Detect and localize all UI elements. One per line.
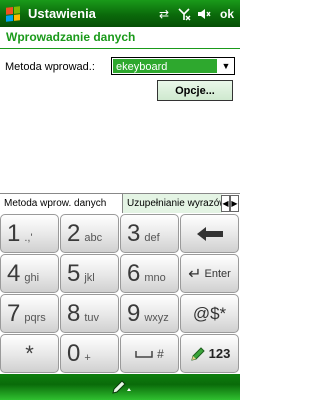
input-panel-button[interactable] [108,376,136,398]
key-1[interactable]: 1 .,' [0,214,59,253]
space-key[interactable]: # [120,334,179,373]
ok-button[interactable]: ok [214,7,240,21]
input-method-label: Metoda wprowad.: [5,61,95,73]
key-5[interactable]: 5 jkl [60,254,119,293]
key-8[interactable]: 8 tuv [60,294,119,333]
tab-input-method[interactable]: Metoda wprow. danych [0,194,121,213]
app-title: Ustawienia [28,6,96,21]
tab-word-completion[interactable]: Uzupełnianie wyrazów [122,194,222,213]
space-icon [135,350,153,358]
key-9[interactable]: 9 wxyz [120,294,179,333]
key-4[interactable]: 4 ghi [0,254,59,293]
enter-key-label: Enter [204,267,231,280]
key-7[interactable]: 7 pqrs [0,294,59,333]
options-button[interactable]: Opcje... [157,80,233,101]
input-method-value: ekeyboard [113,59,217,73]
title-bar: Ustawienia ⇄ ok [0,0,240,27]
windows-logo-icon [6,5,20,22]
numeric-mode-key[interactable]: 123 [180,334,239,373]
input-method-dropdown[interactable]: ekeyboard ▼ [111,57,235,75]
tab-scroll-left-icon[interactable]: ◀ [221,195,230,212]
key-6[interactable]: 6 mno [120,254,179,293]
keyboard-pencil-icon [112,380,131,394]
enter-key[interactable]: ↵ Enter [180,254,239,293]
signal-off-icon[interactable] [174,0,194,27]
volume-muted-icon[interactable] [194,0,214,27]
backspace-key[interactable] [180,214,239,253]
connectivity-icon[interactable]: ⇄ [154,0,174,27]
dropdown-arrow-icon[interactable]: ▼ [218,58,234,74]
heading-divider [0,48,240,49]
key-0[interactable]: 0 + [60,334,119,373]
page-heading: Wprowadzanie danych [6,30,136,44]
symbols-key[interactable]: @$* [180,294,239,333]
key-3[interactable]: 3 def [120,214,179,253]
soft-keypad: 1 .,' 2 abc 3 def 4 ghi 5 jkl 6 mno ↵ Enter 7p… [0,213,240,373]
tab-bar: Metoda wprow. danych Uzupełnianie wyrazó… [0,193,240,213]
backspace-arrow-icon [196,226,223,241]
bottom-menu-bar [0,374,240,400]
star-key[interactable]: * [0,334,59,373]
tab-scroll-right-icon[interactable]: ▶ [230,195,239,212]
enter-arrow-icon: ↵ [188,265,202,283]
pencil-icon [190,346,205,361]
key-2[interactable]: 2 abc [60,214,119,253]
start-button[interactable] [0,0,26,27]
